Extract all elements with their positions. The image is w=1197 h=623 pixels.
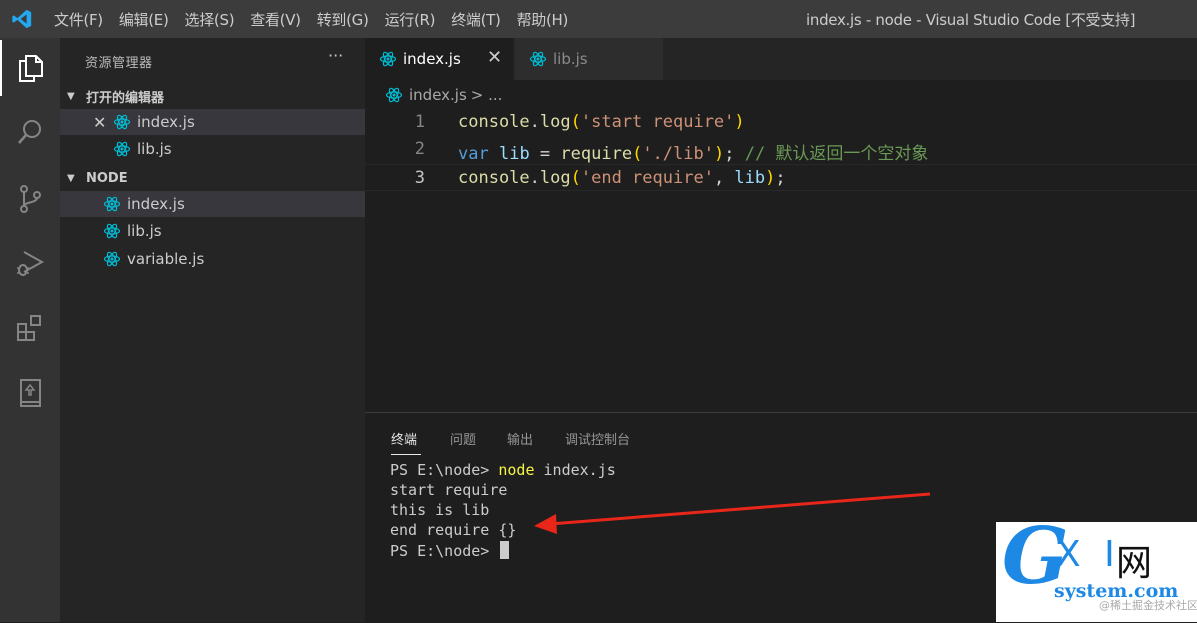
watermark-xi: X I xyxy=(1056,534,1121,575)
watermark-logo: G X I 网 system.com @稀土掘金技术社区 xyxy=(996,518,1197,622)
watermark-sub: @稀土掘金技术社区 xyxy=(1099,599,1197,612)
watermark-net: 网 xyxy=(1116,543,1153,584)
